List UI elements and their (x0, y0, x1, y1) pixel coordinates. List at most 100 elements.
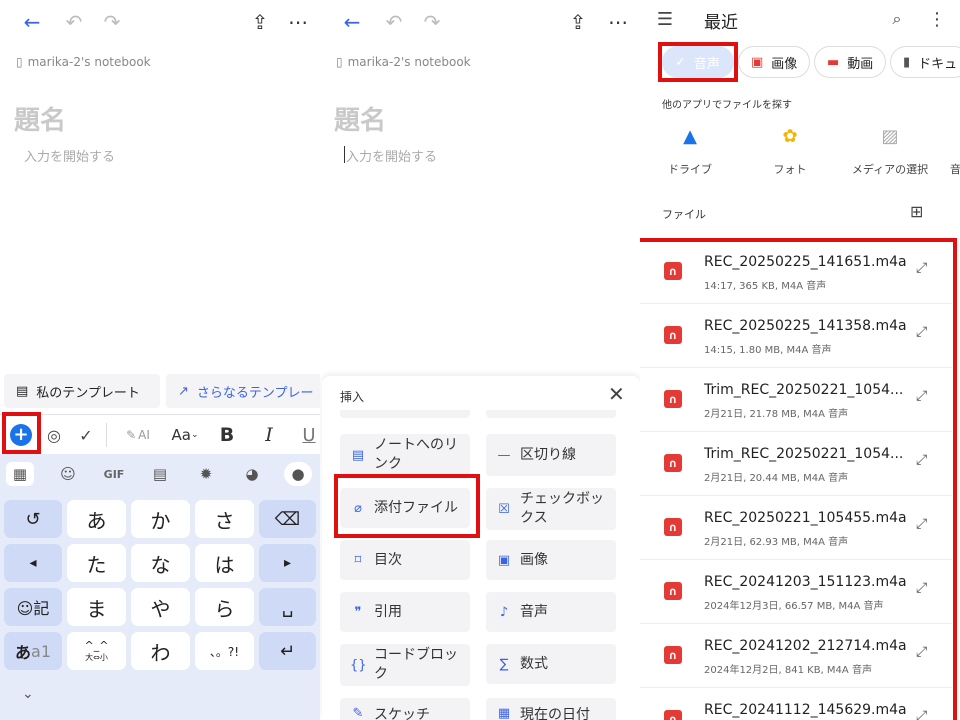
key-undo[interactable]: ↺ (4, 500, 62, 538)
key-dakuten[interactable]: ^_^ 大⇔小 (67, 632, 126, 670)
undo-icon[interactable]: ↶ (62, 10, 86, 34)
checkbox-label: チェックボックス (520, 491, 604, 526)
chevron-down-icon: ⌄ (190, 430, 199, 440)
key-space[interactable]: ␣ (259, 588, 316, 626)
insert-image[interactable]: ▣ 画像 (486, 540, 616, 580)
photos-icon: ✿ (782, 126, 798, 147)
image-icon: ▣ (751, 54, 764, 70)
key-ha[interactable]: は (195, 544, 254, 582)
grid-view-icon[interactable]: ⊞ (910, 202, 923, 221)
app-photos[interactable]: ✿ フォト (740, 126, 840, 177)
key-sa[interactable]: さ (195, 500, 254, 538)
checkbox-icon: ☒ (498, 501, 510, 517)
italic-button[interactable]: I (256, 415, 282, 455)
quote-icon: ❞ (354, 604, 362, 620)
file-picker-panel: ☰ 最近 ⌕ ⋮ ✓ 音声 ▣ 画像 ▬ 動画 ▮ ドキュ 他のアプリでファイルを探す … (640, 0, 960, 720)
more-icon[interactable]: ⋯ (286, 10, 310, 34)
redo-icon[interactable]: ↷ (420, 10, 444, 34)
menu-icon[interactable]: ☰ (654, 8, 676, 30)
font-size-button[interactable]: Aa ⌄ (168, 415, 202, 455)
key-right[interactable]: ▸ (259, 544, 316, 582)
tex-icon: ∑ (499, 656, 509, 672)
image-icon: ▣ (497, 552, 511, 568)
more-templates-button[interactable]: ↗ さらなるテンプレー (166, 374, 320, 408)
key-ka[interactable]: か (131, 500, 190, 538)
key-ta[interactable]: た (67, 544, 126, 582)
clipboard-icon[interactable]: ▤ (146, 462, 174, 486)
code-braces-icon: {} (350, 657, 367, 673)
share-icon[interactable]: ⇪ (566, 10, 590, 34)
insert-checkbox[interactable]: ☒ チェックボックス (486, 488, 616, 530)
chip-video[interactable]: ▬ 動画 (814, 46, 887, 78)
insert-date[interactable]: ▦ 現在の日付 (486, 698, 616, 720)
breadcrumb-label: marika-2's notebook (27, 55, 151, 69)
insert-sheet: 挿入 ✕ ▤ ノートへのリンク — 区切り線 ⌀ 添付ファイル ☒ チェックボックス ⌑… (322, 376, 640, 720)
breadcrumb[interactable]: ▯ marika-2's notebook (336, 55, 471, 69)
insert-divider[interactable]: — 区切り線 (486, 434, 616, 476)
camera-icon[interactable]: ◎ (40, 415, 68, 455)
checkbox-circle-icon[interactable]: ✓ (72, 415, 100, 455)
key-left[interactable]: ◂ (4, 544, 62, 582)
sticker-icon[interactable]: ☺ (54, 462, 82, 486)
key-wa[interactable]: わ (131, 632, 190, 670)
app-drive[interactable]: ▲ ドライブ (640, 126, 740, 177)
arrow-up-right-icon: ↗ (178, 383, 189, 399)
more-vert-icon[interactable]: ⋮ (926, 8, 948, 30)
insert-quote[interactable]: ❞ 引用 (340, 592, 470, 632)
breadcrumb[interactable]: ▯ marika-2's notebook (16, 55, 151, 69)
gif-button[interactable]: GIF (98, 462, 130, 486)
back-arrow-icon[interactable]: ← (20, 10, 44, 34)
insert-audio[interactable]: ♪ 音声 (486, 592, 616, 632)
insert-sketch[interactable]: ✎ スケッチ (340, 698, 470, 720)
app-audio[interactable]: · 音 (940, 126, 960, 177)
gear-icon[interactable]: ✹ (192, 462, 220, 486)
my-templates-button[interactable]: ▤ 私のテンプレート (4, 374, 160, 408)
math-label: 数式 (520, 655, 548, 672)
underline-button[interactable]: U (298, 415, 320, 455)
my-templates-label: 私のテンプレート (36, 385, 140, 401)
note-editor-panel-keyboard: ← ↶ ↷ ⇪ ⋯ ▯ marika-2's notebook 題名 入力を開始… (0, 0, 320, 720)
apps-grid-icon[interactable]: ▦ (6, 462, 34, 486)
key-mode-switch[interactable]: あ a1 (4, 632, 62, 670)
undo-icon[interactable]: ↶ (382, 10, 406, 34)
insert-math[interactable]: ∑ 数式 (486, 644, 616, 684)
calendar-icon: ▦ (497, 706, 511, 720)
key-ma[interactable]: ま (67, 588, 126, 626)
chip-document[interactable]: ▮ ドキュ (890, 46, 960, 78)
collapse-keyboard-icon[interactable]: ⌄ (22, 686, 34, 702)
key-a[interactable]: あ (67, 500, 126, 538)
back-arrow-icon[interactable]: ← (340, 10, 364, 34)
key-enter[interactable]: ↵ (259, 632, 316, 670)
bold-button[interactable]: B (214, 415, 240, 455)
insert-toc[interactable]: ⌑ 目次 (340, 540, 470, 580)
title-input[interactable]: 題名 (334, 100, 386, 137)
title-input[interactable]: 題名 (14, 100, 66, 137)
insert-note-link[interactable]: ▤ ノートへのリンク (340, 434, 470, 476)
more-icon[interactable]: ⋯ (606, 10, 630, 34)
app-media-picker[interactable]: ▨ メディアの選択 (840, 126, 940, 177)
key-backspace[interactable]: ⌫ (259, 500, 316, 538)
share-icon[interactable]: ⇪ (248, 10, 272, 34)
drive-icon: ▲ (683, 126, 697, 147)
key-ya[interactable]: や (131, 588, 190, 626)
redo-icon[interactable]: ↷ (100, 10, 124, 34)
insert-sheet-title: 挿入 (340, 390, 365, 404)
mic-icon[interactable]: ● (284, 462, 312, 486)
document-icon: ▤ (351, 447, 365, 463)
body-input[interactable]: 入力を開始する (24, 146, 115, 165)
more-templates-label: さらなるテンプレー (196, 385, 314, 401)
app-audio-label: 音 (950, 163, 960, 176)
key-punctuation[interactable]: 、。?! (195, 632, 254, 670)
palette-icon[interactable]: ◕ (238, 462, 266, 486)
key-emoji-symbol[interactable]: ☺記 (4, 588, 62, 626)
chip-image[interactable]: ▣ 画像 (738, 46, 811, 78)
gallery-icon: ▨ (881, 126, 899, 147)
close-icon[interactable]: ✕ (608, 382, 625, 406)
ai-button[interactable]: ✎ AI (118, 415, 158, 455)
breadcrumb-label: marika-2's notebook (347, 55, 471, 69)
body-input[interactable]: 入力を開始する (346, 146, 437, 165)
key-na[interactable]: な (131, 544, 190, 582)
insert-code-block[interactable]: {} コードブロック (340, 644, 470, 686)
key-ra[interactable]: ら (195, 588, 254, 626)
search-icon[interactable]: ⌕ (886, 8, 908, 30)
